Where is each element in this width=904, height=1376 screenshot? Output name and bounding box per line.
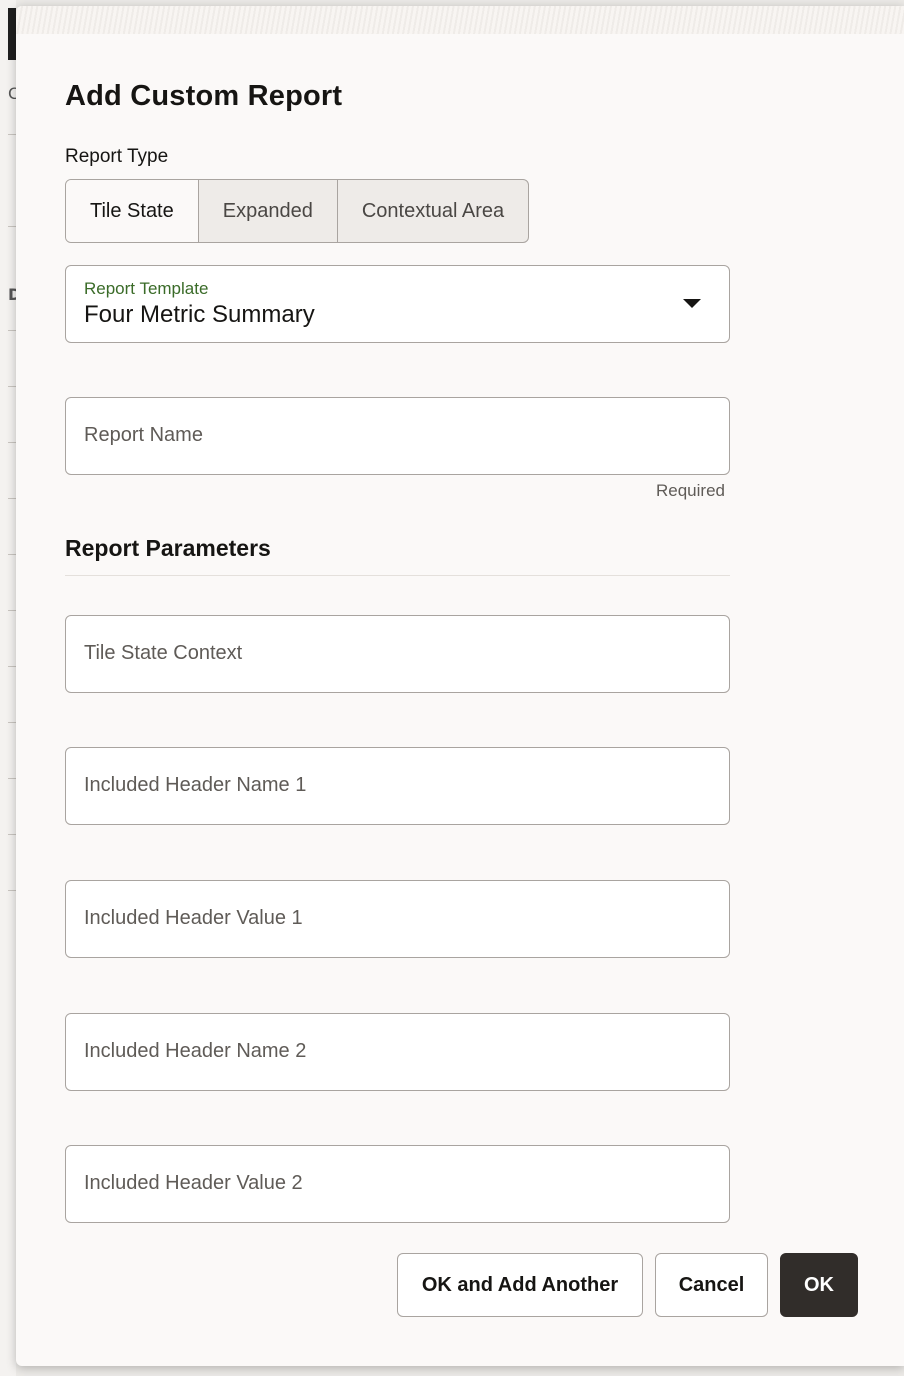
dialog-title: Add Custom Report xyxy=(65,80,343,112)
background-divider xyxy=(8,666,16,667)
background-divider xyxy=(8,134,16,135)
report-type-expanded-button[interactable]: Expanded xyxy=(197,180,337,242)
ok-and-add-another-button[interactable]: OK and Add Another xyxy=(397,1253,643,1317)
background-divider xyxy=(8,890,16,891)
included-header-name-1-placeholder: Included Header Name 1 xyxy=(84,774,307,796)
background-divider xyxy=(8,778,16,779)
background-divider xyxy=(8,834,16,835)
included-header-name-2-placeholder: Included Header Name 2 xyxy=(84,1040,307,1062)
report-template-select[interactable]: Report Template Four Metric Summary xyxy=(65,265,730,343)
included-header-value-2-placeholder: Included Header Value 2 xyxy=(84,1172,303,1194)
tile-state-context-placeholder: Tile State Context xyxy=(84,642,243,664)
report-type-tile-state-button[interactable]: Tile State xyxy=(66,180,198,242)
background-divider xyxy=(8,722,16,723)
background-divider xyxy=(8,610,16,611)
included-header-value-1-field[interactable]: Included Header Value 1 xyxy=(65,880,730,958)
background-divider xyxy=(8,386,16,387)
background-header-bar xyxy=(8,8,16,60)
included-header-name-2-field[interactable]: Included Header Name 2 xyxy=(65,1013,730,1091)
tile-state-context-field[interactable]: Tile State Context xyxy=(65,615,730,693)
report-parameters-heading: Report Parameters xyxy=(65,535,271,561)
background-divider xyxy=(8,330,16,331)
cancel-button[interactable]: Cancel xyxy=(655,1253,768,1317)
background-divider xyxy=(8,554,16,555)
background-divider xyxy=(8,226,16,227)
report-template-label: Report Template xyxy=(84,279,209,298)
report-template-value: Four Metric Summary xyxy=(84,301,315,328)
report-type-contextual-area-button[interactable]: Contextual Area xyxy=(336,180,528,242)
report-type-label: Report Type xyxy=(65,146,169,167)
section-divider xyxy=(65,575,730,576)
report-name-required-hint: Required xyxy=(656,481,725,500)
background-divider xyxy=(8,498,16,499)
report-name-placeholder: Report Name xyxy=(84,424,203,446)
included-header-value-1-placeholder: Included Header Value 1 xyxy=(84,907,303,929)
report-name-field[interactable]: Report Name xyxy=(65,397,730,475)
background-divider xyxy=(8,442,16,443)
chevron-down-icon[interactable] xyxy=(683,299,701,308)
included-header-name-1-field[interactable]: Included Header Name 1 xyxy=(65,747,730,825)
background-page-edge: C D xyxy=(0,0,21,1376)
dialog-drag-handle[interactable] xyxy=(16,6,904,34)
report-type-segmented-control: Tile State Expanded Contextual Area xyxy=(65,179,530,243)
ok-button[interactable]: OK xyxy=(780,1253,858,1317)
included-header-value-2-field[interactable]: Included Header Value 2 xyxy=(65,1145,730,1223)
add-custom-report-dialog: Add Custom Report Report Type Tile State… xyxy=(16,6,904,1366)
